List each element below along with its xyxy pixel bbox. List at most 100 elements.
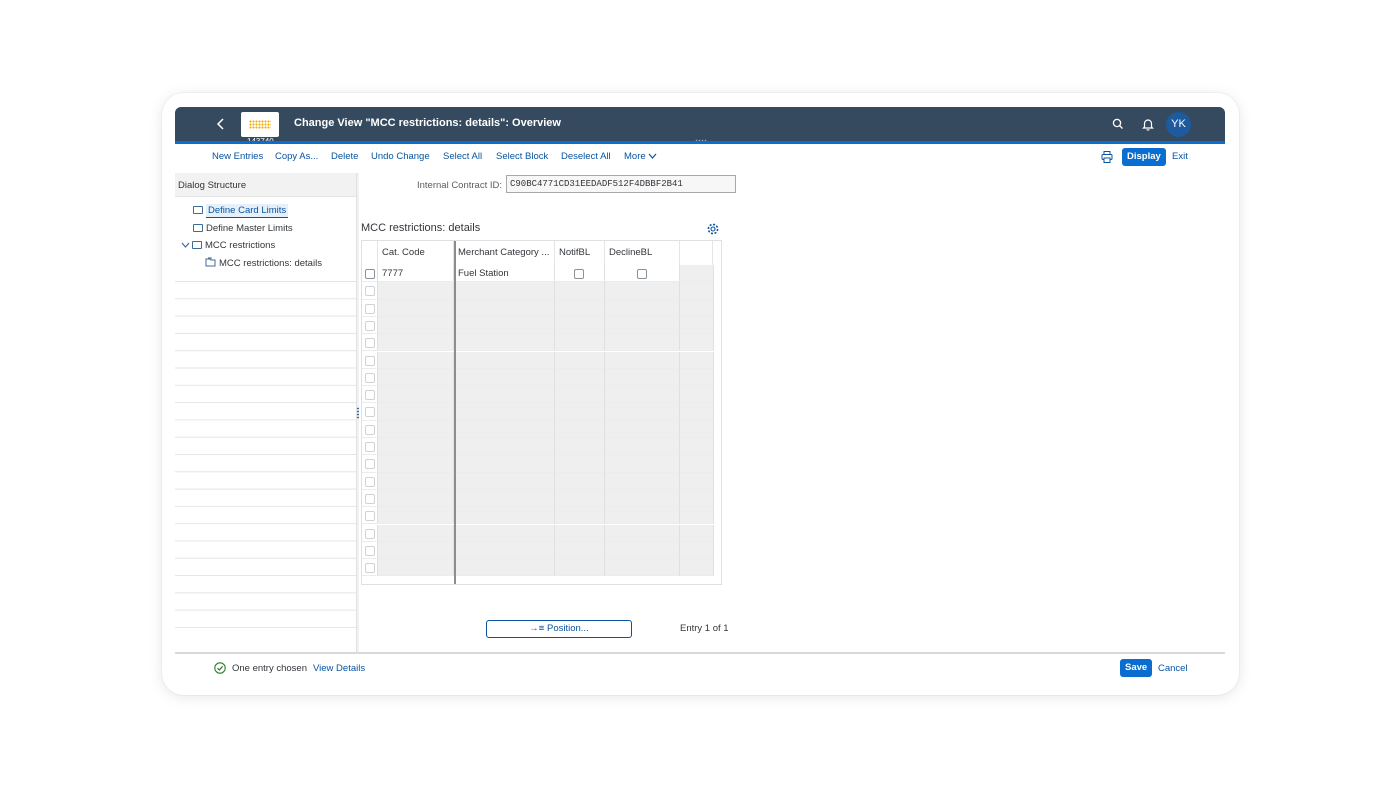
cancel-button[interactable]: Cancel xyxy=(1158,663,1188,674)
empty-table-row[interactable] xyxy=(362,282,722,300)
row-selector-cell[interactable] xyxy=(362,472,378,490)
empty-table-row[interactable] xyxy=(362,524,722,542)
undo-change-button[interactable]: Undo Change xyxy=(371,151,430,162)
row-select-checkbox[interactable] xyxy=(365,476,375,487)
empty-table-row[interactable] xyxy=(362,351,722,369)
column-header-cat-code[interactable]: Cat. Code xyxy=(378,241,454,265)
row-select-checkbox[interactable] xyxy=(365,286,375,297)
row-select-checkbox[interactable] xyxy=(365,355,375,366)
print-icon[interactable] xyxy=(1100,150,1114,164)
merchant-category-cell[interactable]: Fuel Station xyxy=(454,265,555,283)
empty-table-row[interactable] xyxy=(362,386,722,404)
empty-table-row[interactable] xyxy=(362,316,722,335)
delete-button[interactable]: Delete xyxy=(331,151,358,162)
empty-table-row[interactable] xyxy=(362,541,722,560)
exit-button[interactable]: Exit xyxy=(1172,151,1188,162)
row-selector-cell[interactable] xyxy=(362,559,378,577)
column-header-merchant-category[interactable]: Merchant Category ... xyxy=(454,241,555,265)
select-all-column[interactable] xyxy=(362,241,378,265)
row-selector-cell[interactable] xyxy=(362,351,378,369)
row-selector-cell[interactable] xyxy=(362,524,378,542)
row-select-checkbox[interactable] xyxy=(365,459,375,470)
empty-cell xyxy=(605,455,680,473)
column-header-declinebl[interactable]: DeclineBL xyxy=(605,241,680,265)
row-selector-cell[interactable] xyxy=(362,507,378,525)
row-selector-cell[interactable] xyxy=(362,316,378,335)
row-select-checkbox[interactable] xyxy=(365,563,375,574)
empty-cell xyxy=(454,351,555,369)
tree-item-mcc-restrictions[interactable]: MCC restrictions xyxy=(181,240,275,257)
column-header-notifbl[interactable]: NotifBL xyxy=(555,241,605,265)
row-select-checkbox[interactable] xyxy=(365,303,375,314)
display-button[interactable]: Display xyxy=(1122,148,1166,166)
row-selector-cell[interactable] xyxy=(362,455,378,473)
empty-table-row[interactable] xyxy=(362,420,722,438)
splitter-grip-icon[interactable] xyxy=(357,407,359,419)
select-block-button[interactable]: Select Block xyxy=(496,151,548,162)
tree-item-define-card-limits[interactable]: Define Card Limits xyxy=(193,204,289,222)
gear-icon[interactable] xyxy=(706,222,720,236)
position-button[interactable]: →≡ Position... xyxy=(486,620,632,638)
back-button[interactable] xyxy=(213,115,229,133)
empty-table-row[interactable] xyxy=(362,489,722,508)
empty-table-row[interactable] xyxy=(362,559,722,577)
save-button[interactable]: Save xyxy=(1120,659,1153,677)
row-selector-cell[interactable] xyxy=(362,489,378,508)
search-icon[interactable] xyxy=(1110,116,1126,132)
select-all-button[interactable]: Select All xyxy=(443,151,482,162)
row-select-checkbox[interactable] xyxy=(365,493,375,504)
row-select-checkbox[interactable] xyxy=(365,442,375,452)
user-avatar[interactable]: YK xyxy=(1166,112,1191,137)
row-select-checkbox[interactable] xyxy=(365,424,375,435)
tree-item-mcc-restrictions-details[interactable]: MCC restrictions: details xyxy=(205,257,322,274)
empty-cell xyxy=(555,541,605,560)
row-selector-cell[interactable] xyxy=(362,438,378,456)
empty-table-row[interactable] xyxy=(362,403,722,421)
more-menu-button[interactable]: More xyxy=(624,151,657,162)
company-logo[interactable] xyxy=(241,112,279,137)
view-details-link[interactable]: View Details xyxy=(313,663,365,674)
empty-table-row[interactable] xyxy=(362,368,722,387)
row-select-checkbox[interactable] xyxy=(365,390,375,401)
new-entries-button[interactable]: New Entries xyxy=(212,151,263,162)
empty-table-row[interactable] xyxy=(362,334,722,352)
row-selector-cell[interactable] xyxy=(362,386,378,404)
table-row[interactable]: 7777 Fuel Station xyxy=(362,265,722,283)
row-select-checkbox[interactable] xyxy=(365,511,375,522)
row-select-checkbox[interactable] xyxy=(365,320,375,331)
declinebl-checkbox[interactable] xyxy=(637,269,647,279)
folder-icon xyxy=(193,224,203,232)
empty-table-row[interactable] xyxy=(362,299,722,317)
row-select-checkbox[interactable] xyxy=(365,545,375,556)
empty-table-row[interactable] xyxy=(362,455,722,473)
deselect-all-button[interactable]: Deselect All xyxy=(561,151,611,162)
empty-table-row[interactable] xyxy=(362,472,722,490)
row-selector-cell[interactable] xyxy=(362,265,378,283)
row-selector-cell[interactable] xyxy=(362,282,378,300)
empty-table-row[interactable] xyxy=(362,438,722,456)
row-selector-cell[interactable] xyxy=(362,334,378,352)
empty-cell xyxy=(605,368,680,387)
row-selector-cell[interactable] xyxy=(362,299,378,317)
row-select-checkbox[interactable] xyxy=(365,407,375,418)
row-selector-cell[interactable] xyxy=(362,403,378,421)
notification-bell-icon[interactable] xyxy=(1140,116,1156,132)
notifbl-checkbox[interactable] xyxy=(574,269,584,279)
empty-table-row[interactable] xyxy=(362,507,722,525)
chevron-down-icon[interactable] xyxy=(181,241,190,249)
row-select-checkbox[interactable] xyxy=(365,338,375,349)
row-select-checkbox[interactable] xyxy=(365,269,375,279)
row-select-checkbox[interactable] xyxy=(365,372,375,383)
row-selector-cell[interactable] xyxy=(362,368,378,387)
empty-cell xyxy=(454,438,555,456)
copy-as-button[interactable]: Copy As... xyxy=(275,151,318,162)
row-selector-cell[interactable] xyxy=(362,420,378,438)
tree-item-define-master-limits[interactable]: Define Master Limits xyxy=(193,223,293,240)
empty-cell xyxy=(680,334,714,352)
row-selector-cell[interactable] xyxy=(362,541,378,560)
empty-cell xyxy=(454,559,555,577)
cat-code-cell[interactable]: 7777 xyxy=(378,265,454,283)
contract-id-field[interactable]: C90BC4771CD31EEDADF512F4DBBF2B41 xyxy=(506,175,736,193)
row-select-checkbox[interactable] xyxy=(365,528,375,539)
open-folder-icon xyxy=(205,257,216,267)
